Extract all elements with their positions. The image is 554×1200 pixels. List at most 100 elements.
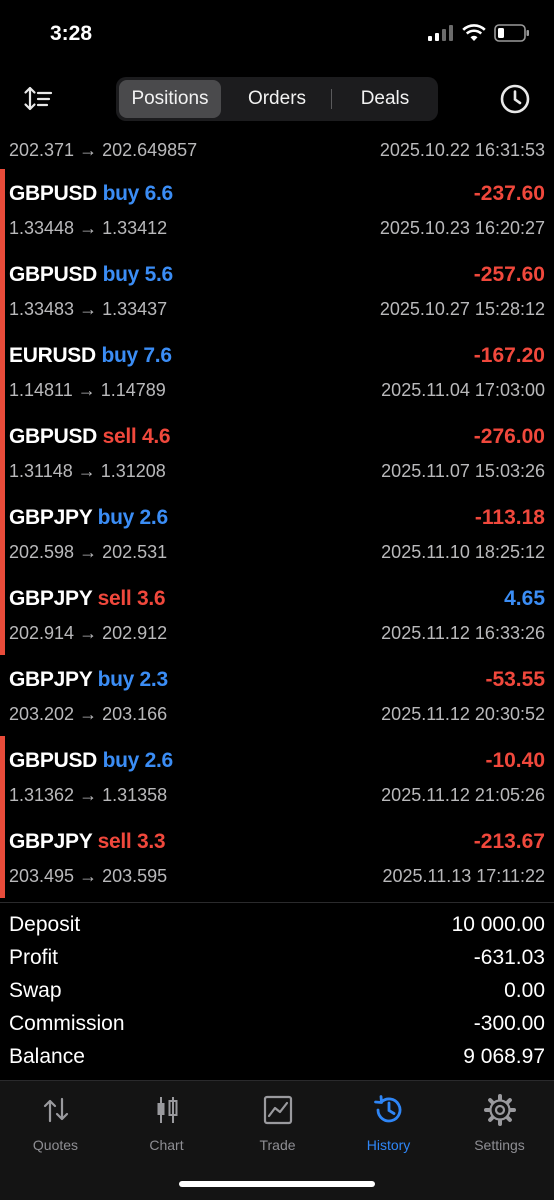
summary-label: Profit [9,946,59,969]
deal-symbol-line: GBPUSD buy 6.6 [9,182,173,206]
tab-positions[interactable]: Positions [119,80,221,118]
summary-row-swap: Swap 0.00 [0,969,554,1002]
list-item[interactable]: 202.371 → 202.649857 2025.10.22 16:31:53 [0,128,554,169]
tab-history[interactable]: History [333,1093,444,1155]
deal-side: sell 4.6 [102,425,171,448]
deal-symbol-line: EURUSD buy 7.6 [9,344,172,368]
summary-label: Balance [9,1045,85,1068]
history-icon [373,1095,401,1123]
deal-symbol-line: GBPUSD buy 5.6 [9,263,173,287]
deal-profit: -167.20 [473,344,545,367]
deal-prices: 1.33448 → 1.33412 [9,218,168,238]
summary-row-balance: Balance 9 068.97 [0,1035,554,1068]
deal-time: 2025.10.27 15:28:12 [379,299,545,319]
status-time: 3:28 [50,22,93,45]
deal-profit: -53.55 [485,668,545,691]
deal-prices: 202.371 → 202.649857 [9,140,198,160]
list-item[interactable]: GBPUSD buy 2.6 -10.40 1.31362 → 1.31358 … [0,736,554,817]
list-item[interactable]: GBPJPY buy 2.3 -53.55 203.202 → 203.166 … [0,655,554,736]
list-item[interactable]: GBPJPY sell 3.3 -213.67 203.495 → 203.59… [0,817,554,898]
list-item[interactable]: GBPUSD buy 6.6 -237.60 1.33448 → 1.33412… [0,169,554,250]
row-marker [0,574,5,655]
deal-side: buy 2.6 [102,749,174,772]
deal-symbol: GBPJPY [9,668,93,691]
deal-symbol-line: GBPJPY buy 2.6 [9,506,168,530]
deal-symbol-line: GBPUSD sell 4.6 [9,425,171,449]
tab-orders[interactable]: Orders [226,80,328,118]
list-item[interactable]: GBPJPY sell 3.6 4.65 202.914 → 202.912 2… [0,574,554,655]
deal-side: buy 5.6 [102,263,174,286]
deal-time: 2025.10.23 16:20:27 [379,218,545,238]
deal-side: sell 3.6 [97,587,166,610]
row-marker [0,493,5,574]
tab-deals[interactable]: Deals [334,80,436,118]
cellular-signal-icon [428,25,453,41]
deal-side: sell 3.3 [97,830,166,853]
summary-label: Deposit [9,913,81,936]
deal-symbol: GBPUSD [9,182,98,205]
deal-profit: -213.67 [473,830,545,853]
deal-prices: 1.33483 → 1.33437 [9,299,168,319]
tab-chart[interactable]: Chart [111,1093,222,1155]
deal-prices: 202.914 → 202.912 [9,623,168,643]
gear-icon [483,1094,516,1126]
deal-symbol: GBPJPY [9,506,93,529]
summary-value: 0.00 [504,979,545,1002]
toolbar: Positions Orders Deals [0,70,554,128]
tab-trade[interactable]: Trade [222,1093,333,1155]
quotes-icon [43,1097,68,1123]
deal-prices: 203.495 → 203.595 [9,866,168,886]
list-item[interactable]: EURUSD buy 7.6 -167.20 1.14811 → 1.14789… [0,331,554,412]
list-item[interactable]: GBPUSD sell 4.6 -276.00 1.31148 → 1.3120… [0,412,554,493]
tab-label: Chart [149,1137,184,1153]
row-marker [0,736,5,817]
home-indicator [179,1181,375,1187]
deal-symbol: GBPUSD [9,425,98,448]
summary-row-profit: Profit -631.03 [0,936,554,969]
row-marker [0,331,5,412]
tab-quotes[interactable]: Quotes [0,1093,111,1155]
tab-label: Quotes [32,1137,79,1153]
deal-symbol: GBPUSD [9,749,98,772]
deal-prices: 1.31362 → 1.31358 [9,785,168,805]
deal-symbol: GBPJPY [9,587,93,610]
segmented-control: Positions Orders Deals [116,77,438,121]
sort-icon[interactable] [22,82,56,116]
deal-time: 2025.11.04 17:03:00 [381,380,545,400]
list-item[interactable]: GBPUSD buy 5.6 -257.60 1.33483 → 1.33437… [0,250,554,331]
deal-prices: 202.598 → 202.531 [9,542,168,562]
deal-symbol: EURUSD [9,344,96,367]
deal-symbol-line: GBPJPY sell 3.6 [9,587,166,611]
candlestick-chart-icon [157,1097,177,1123]
deal-profit: 4.65 [504,587,545,610]
summary-value: 9 068.97 [463,1045,545,1068]
deal-profit: -10.40 [485,749,545,772]
list-item[interactable]: GBPJPY buy 2.6 -113.18 202.598 → 202.531… [0,493,554,574]
deal-time: 2025.11.12 21:05:26 [381,785,545,805]
deal-prices: 1.31148 → 1.31208 [9,461,166,481]
deal-profit: -113.18 [474,506,545,529]
deal-time: 2025.11.07 15:03:26 [381,461,545,481]
deal-prices: 203.202 → 203.166 [9,704,168,724]
deal-symbol-line: GBPJPY buy 2.3 [9,668,168,692]
summary-row-deposit: Deposit 10 000.00 [0,903,554,936]
deal-time: 2025.10.22 16:31:53 [379,140,545,160]
summary-row-commission: Commission -300.00 [0,1002,554,1035]
tab-settings[interactable]: Settings [444,1093,554,1155]
deal-symbol-line: GBPJPY sell 3.3 [9,830,166,854]
deals-list[interactable]: 202.371 → 202.649857 2025.10.22 16:31:53… [0,128,554,902]
deal-side: buy 7.6 [101,344,172,367]
tab-label: History [366,1137,411,1153]
status-icons [428,24,530,42]
deal-time: 2025.11.12 16:33:26 [381,623,545,643]
status-bar: 3:28 [0,0,554,70]
row-marker [0,817,5,898]
deal-symbol: GBPJPY [9,830,93,853]
segment-divider [331,89,332,109]
clock-icon[interactable] [498,82,532,116]
summary-value: -300.00 [473,1012,545,1035]
deal-side: buy 2.3 [97,668,169,691]
deal-time: 2025.11.10 18:25:12 [381,542,545,562]
tab-label: Settings [474,1137,525,1153]
trade-chart-icon [263,1095,292,1125]
